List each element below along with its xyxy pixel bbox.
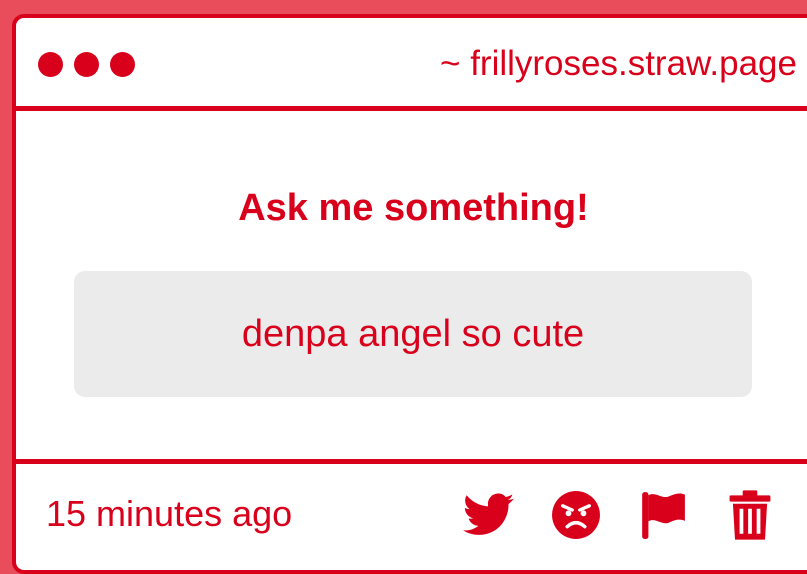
window-dot-1 <box>38 52 63 77</box>
twitter-icon <box>463 493 514 535</box>
action-bar <box>462 488 807 542</box>
window-dot-2 <box>74 52 99 77</box>
window-dot-3 <box>110 52 135 77</box>
report-flag-button[interactable] <box>636 488 690 542</box>
timestamp: 15 minutes ago <box>46 493 293 534</box>
twitter-share-button[interactable] <box>462 488 516 542</box>
window-dots <box>38 52 135 77</box>
react-angry-button[interactable] <box>549 488 603 542</box>
trash-icon <box>729 490 771 540</box>
flag-icon <box>642 492 685 539</box>
window-header: ~ frillyroses.straw.page <box>16 18 807 111</box>
question-text: denpa angel so cute <box>241 313 585 355</box>
question-box: denpa angel so cute <box>74 271 752 397</box>
footer-divider <box>16 459 807 464</box>
delete-button[interactable] <box>723 488 777 542</box>
ask-prompt-heading: Ask me something! <box>238 187 589 229</box>
ask-card: ~ frillyroses.straw.page Ask me somethin… <box>12 14 807 574</box>
page-url[interactable]: ~ frillyroses.straw.page <box>440 44 797 84</box>
angry-face-icon <box>552 491 600 539</box>
